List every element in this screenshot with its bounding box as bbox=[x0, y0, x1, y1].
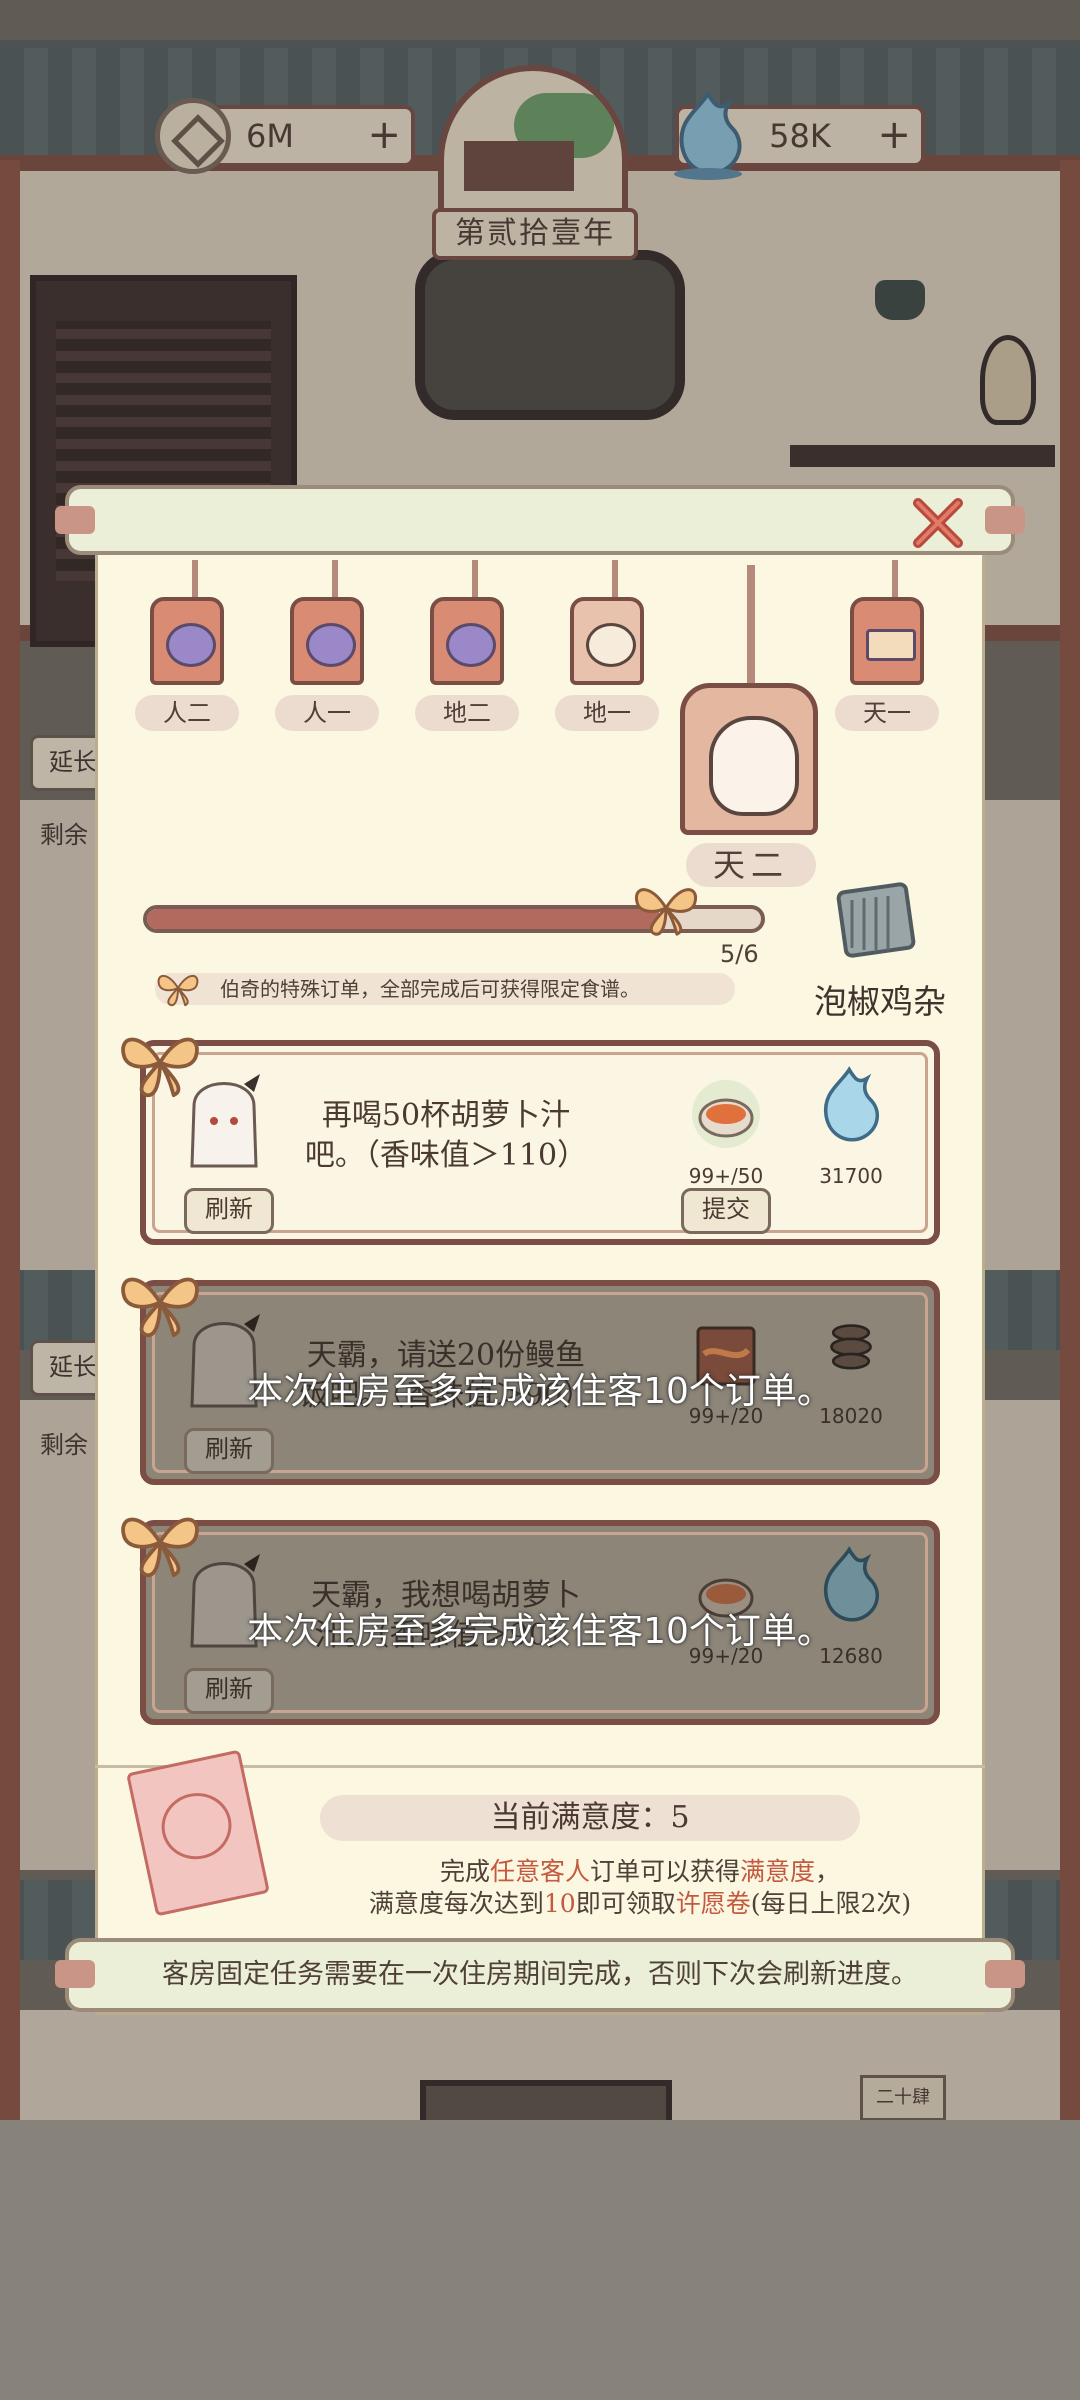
purple-orb-icon bbox=[150, 597, 224, 685]
order-limit-message: 本次住房至多完成该住客10个订单。 bbox=[247, 1611, 833, 1652]
rank-label: 地二 bbox=[415, 695, 519, 731]
guest-face-icon bbox=[570, 597, 644, 685]
scroll-rod bbox=[985, 1960, 1025, 1988]
satisfaction-rule-line1: 完成任意客人订单可以获得满意度， bbox=[439, 1857, 841, 1886]
spirit-flame-icon bbox=[823, 1066, 879, 1142]
scroll-rod bbox=[55, 1960, 95, 1988]
order-card: 再喝50杯胡萝卜汁吧。（香味值＞110） 刷新 99+/50 31700 提交 bbox=[140, 1040, 940, 1245]
item-count: 31700 bbox=[819, 1164, 883, 1188]
refresh-button[interactable]: 刷新 bbox=[184, 1188, 274, 1234]
rank-label: 人一 bbox=[275, 695, 379, 731]
butterfly-icon bbox=[157, 974, 199, 1007]
satisfaction-title: 当前满意度：5 bbox=[320, 1795, 860, 1841]
refresh-button[interactable]: 刷新 bbox=[184, 1668, 274, 1714]
blank-plaque-icon bbox=[850, 597, 924, 685]
refresh-button[interactable]: 刷新 bbox=[184, 1428, 274, 1474]
purple-orb-icon bbox=[290, 597, 364, 685]
dialog-header-scroll bbox=[65, 485, 1015, 555]
progress-text: 5/6 bbox=[720, 940, 759, 968]
butterfly-icon bbox=[121, 1037, 199, 1097]
rank-tags: 人二 人一 地二 地一 天一 bbox=[95, 555, 985, 875]
item-count: 99+/50 bbox=[688, 1164, 764, 1188]
purple-orb-icon bbox=[430, 597, 504, 685]
footer-note: 客房固定任务需要在一次住房期间完成，否则下次会刷新进度。 bbox=[65, 1938, 1015, 2012]
order-limit-message: 本次住房至多完成该住客10个订单。 bbox=[247, 1371, 833, 1412]
satisfaction-rule-line2: 满意度每次达到10即可领取许愿卷(每日上限2次) bbox=[368, 1889, 912, 1918]
scroll-rod bbox=[985, 506, 1025, 534]
special-order-note: 伯奇的特殊订单，全部完成后可获得限定食谱。 bbox=[155, 973, 735, 1005]
close-icon[interactable] bbox=[910, 495, 966, 551]
rank-label: 天一 bbox=[835, 695, 939, 731]
rank-label: 人二 bbox=[135, 695, 239, 731]
guest-face-icon bbox=[680, 683, 818, 835]
order-text: 再喝50杯胡萝卜汁吧。（香味值＞110） bbox=[304, 1098, 588, 1173]
current-rank-label: 天二 bbox=[686, 843, 816, 887]
carrot-juice-icon bbox=[692, 1080, 760, 1148]
butterfly-icon bbox=[121, 1517, 199, 1577]
scroll-rod bbox=[55, 506, 95, 534]
submit-button[interactable]: 提交 bbox=[681, 1188, 771, 1234]
progress-fill bbox=[147, 909, 659, 929]
butterfly-icon bbox=[121, 1277, 199, 1337]
recipe-scroll-icon[interactable] bbox=[830, 870, 925, 965]
reward-name: 泡椒鸡杂 bbox=[814, 982, 946, 1021]
butterfly-icon bbox=[635, 888, 698, 936]
rank-label: 地一 bbox=[555, 695, 659, 731]
